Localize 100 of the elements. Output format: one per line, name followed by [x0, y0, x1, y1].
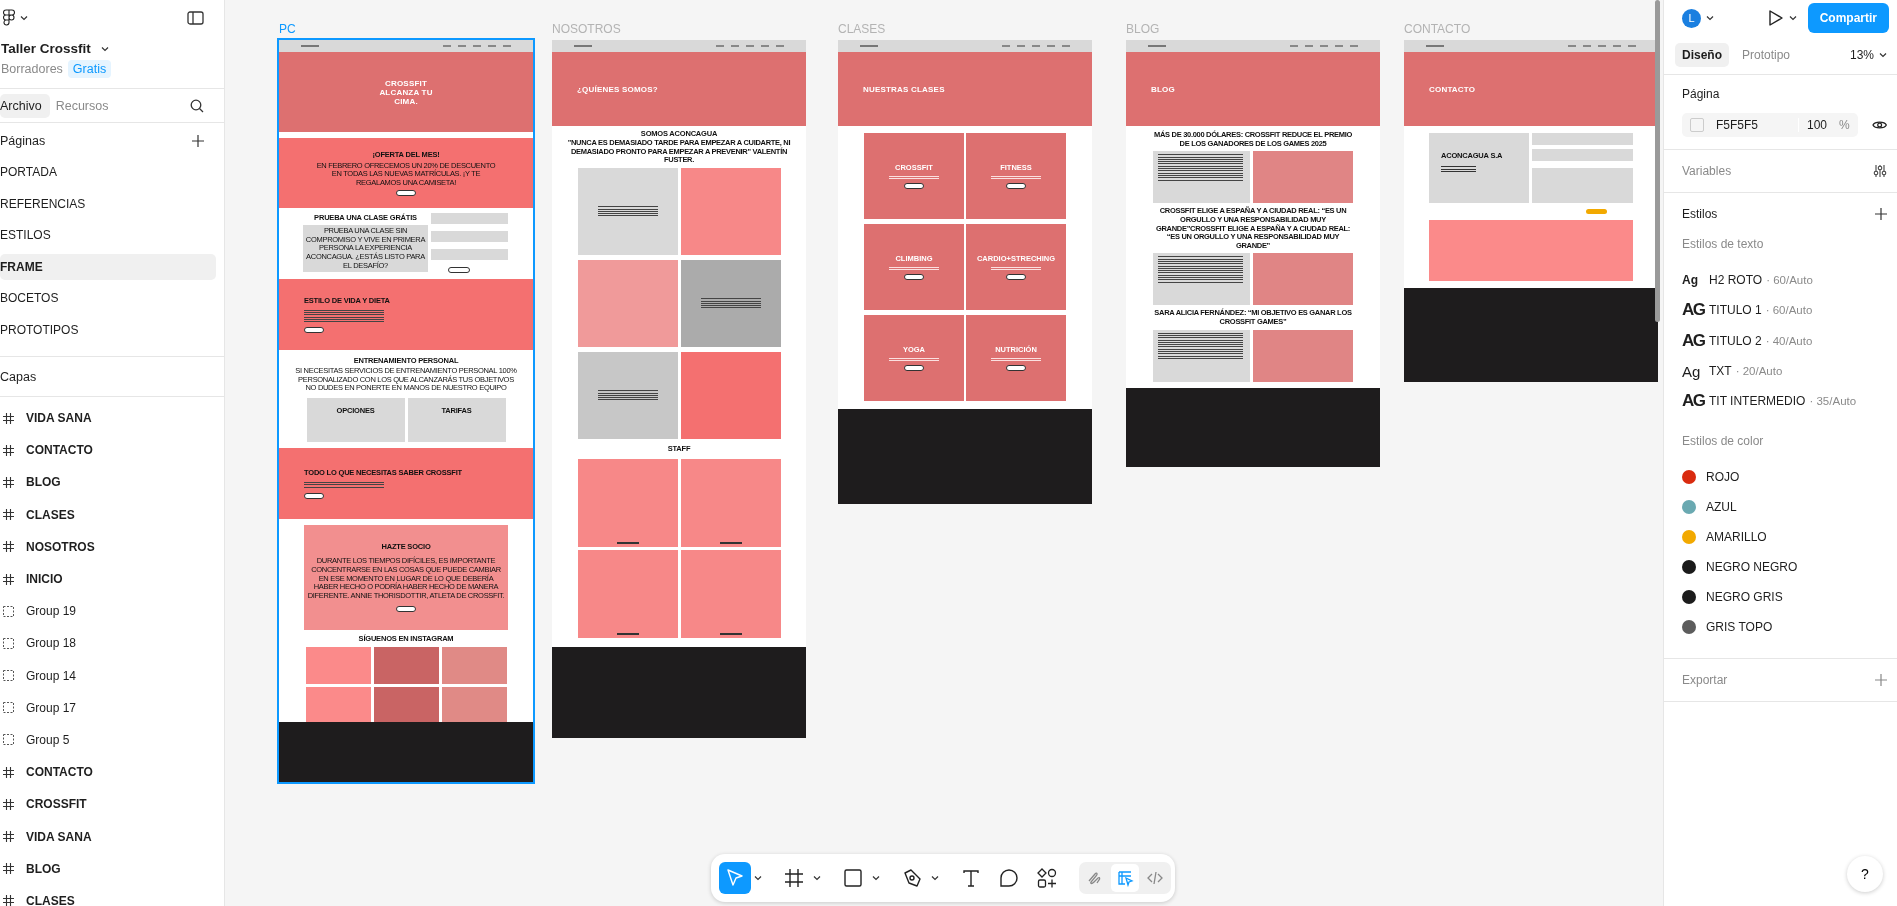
- section-title: Página: [1682, 87, 1720, 101]
- text-style-item[interactable]: Ag H2 ROTO · 60/Auto: [1682, 265, 1897, 296]
- sliders-icon[interactable]: [1873, 164, 1887, 178]
- pill-button: [904, 365, 924, 372]
- caret-icon[interactable]: [1706, 15, 1714, 21]
- text-lines-drawing: [597, 206, 658, 217]
- zoom-dropdown[interactable]: 13%: [1849, 48, 1887, 62]
- layer-item[interactable]: Group 19: [26, 604, 77, 619]
- design-mode-button[interactable]: [1111, 864, 1139, 892]
- text-style-item[interactable]: AG TITULO 1 · 60/Auto: [1682, 295, 1897, 326]
- text-lines-drawing: [1441, 166, 1476, 173]
- style-spec: · 60/Auto: [1765, 304, 1813, 317]
- frame-icon: [3, 895, 14, 906]
- add-icon[interactable]: [1875, 208, 1887, 220]
- caret-icon[interactable]: [754, 875, 762, 881]
- user-avatar[interactable]: L: [1682, 8, 1701, 28]
- pill-button: [304, 327, 324, 334]
- scrollbar[interactable]: [1655, 0, 1660, 322]
- frame-icon: [3, 412, 14, 424]
- code-icon: [1146, 869, 1164, 887]
- layer-item[interactable]: INICIO: [26, 572, 63, 587]
- caret-icon[interactable]: [20, 15, 28, 21]
- page-color-field[interactable]: F5F5F5 100 %: [1682, 113, 1858, 137]
- play-icon[interactable]: [1767, 9, 1784, 27]
- layer-item[interactable]: CONTACTO: [26, 765, 93, 780]
- page-item[interactable]: REFERENCIAS: [0, 190, 216, 217]
- layer-item[interactable]: Group 14: [26, 668, 77, 683]
- sidebar-tab[interactable]: Recursos: [55, 93, 117, 118]
- search-icon[interactable]: [190, 98, 204, 113]
- group-icon: [3, 702, 14, 714]
- frame[interactable]: [1126, 40, 1380, 467]
- layer-item[interactable]: Group 17: [26, 700, 77, 715]
- panel-tab[interactable]: Prototipo: [1735, 43, 1798, 67]
- caret-icon: [1879, 52, 1887, 58]
- style-sample: AG: [1682, 300, 1706, 321]
- style-spec: · 40/Auto: [1765, 334, 1813, 347]
- text-style-item[interactable]: Ag TXT · 20/Auto: [1682, 355, 1897, 387]
- color-style-item[interactable]: GRIS TOPO: [1706, 620, 1773, 635]
- color-style-item[interactable]: AZUL: [1706, 500, 1737, 515]
- page-item[interactable]: BOCETOS: [0, 285, 216, 311]
- layer-item[interactable]: CROSSFIT: [26, 797, 87, 812]
- group-icon: [3, 605, 14, 617]
- layer-item[interactable]: BLOG: [26, 475, 61, 490]
- pill-button: [1006, 183, 1026, 190]
- eye-icon[interactable]: [1871, 119, 1887, 131]
- page-item[interactable]: PORTADA: [0, 159, 216, 185]
- caret-icon[interactable]: [1788, 15, 1797, 21]
- text-style-item[interactable]: AG TITULO 2 · 40/Auto: [1682, 325, 1897, 356]
- help-button[interactable]: ?: [1847, 856, 1883, 892]
- text-style-item[interactable]: AG TIT INTERMEDIO · 35/Auto: [1682, 386, 1897, 417]
- caret-icon[interactable]: [872, 875, 880, 881]
- style-name: TITULO 2: [1709, 333, 1762, 348]
- text-lines-drawing: [991, 175, 1041, 180]
- pill-button: [448, 267, 470, 273]
- style-spec: · 20/Auto: [1735, 365, 1783, 378]
- frame-icon: [3, 541, 14, 553]
- file-location: Borradores: [1, 62, 63, 76]
- shapes-icon: [1036, 867, 1058, 889]
- text-tool-icon: [960, 867, 982, 889]
- sidebar-toggle-icon[interactable]: [187, 11, 204, 25]
- layer-item[interactable]: CLASES: [26, 893, 75, 906]
- frame-icon: [3, 444, 14, 456]
- file-name[interactable]: Taller Crossfit: [1, 41, 91, 56]
- panel-tab[interactable]: Diseño: [1675, 43, 1729, 67]
- layer-item[interactable]: Group 5: [26, 732, 70, 747]
- frame-icon: [3, 766, 14, 778]
- layer-item[interactable]: CLASES: [26, 507, 75, 522]
- caret-icon[interactable]: [813, 875, 821, 881]
- group-icon: [3, 670, 14, 682]
- page-item[interactable]: ESTILOS: [0, 222, 216, 248]
- text-lines-drawing: [700, 298, 761, 309]
- color-style-item[interactable]: AMARILLO: [1706, 530, 1767, 545]
- frame-icon: [3, 831, 14, 843]
- text-lines-drawing: [889, 266, 939, 271]
- layer-item[interactable]: VIDA SANA: [26, 829, 92, 844]
- section-title: Páginas: [0, 134, 46, 148]
- frame[interactable]: [279, 40, 533, 782]
- hero-title: CROSSFIT ALCANZA TU CIMA.: [378, 78, 434, 106]
- pill-button: [904, 183, 924, 190]
- caret-icon[interactable]: [931, 875, 939, 881]
- sidebar-tab[interactable]: Archivo: [0, 93, 50, 118]
- layer-item[interactable]: Group 18: [26, 636, 77, 651]
- color-style-item[interactable]: NEGRO GRIS: [1706, 590, 1783, 605]
- figma-logo-icon[interactable]: [3, 9, 15, 27]
- style-spec: · 35/Auto: [1809, 395, 1857, 408]
- hero-title: ¿QUÍENES SOMOS?: [577, 84, 658, 94]
- layer-item[interactable]: VIDA SANA: [26, 411, 92, 426]
- layer-item[interactable]: CONTACTO: [26, 443, 93, 458]
- pill-button: [1585, 209, 1607, 214]
- add-icon[interactable]: [192, 135, 204, 147]
- page-item[interactable]: PROTOTIPOS: [0, 316, 216, 343]
- layer-item[interactable]: NOSOTROS: [26, 539, 95, 554]
- frame-icon: [3, 476, 14, 488]
- hero-title: NUESTRAS CLASES: [863, 84, 945, 94]
- page-item[interactable]: FRAME: [0, 253, 216, 280]
- caret-icon[interactable]: [100, 45, 109, 52]
- hero-title: CONTACTO: [1429, 84, 1476, 94]
- layer-item[interactable]: BLOG: [26, 861, 61, 876]
- color-style-item[interactable]: ROJO: [1706, 470, 1740, 485]
- color-style-item[interactable]: NEGRO NEGRO: [1706, 560, 1798, 575]
